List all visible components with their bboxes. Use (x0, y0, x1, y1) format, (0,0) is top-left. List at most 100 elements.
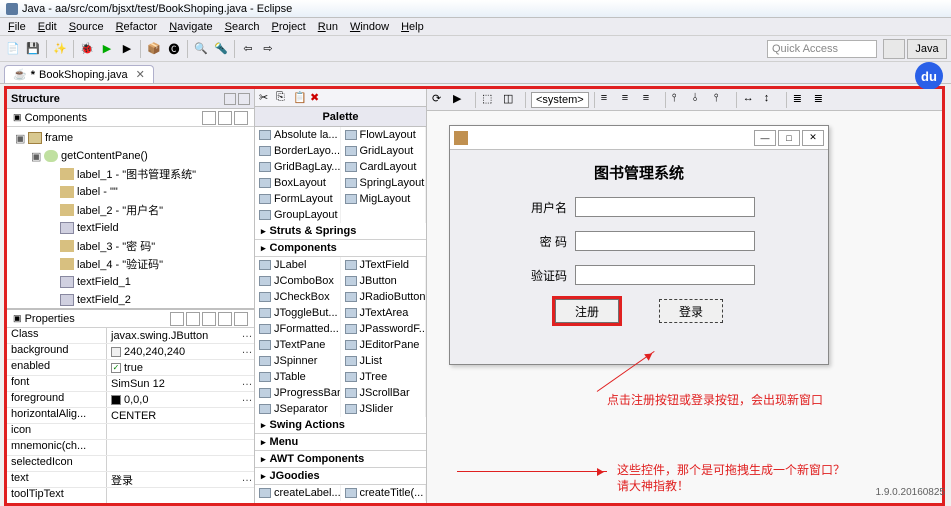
menu-run[interactable]: Run (312, 21, 344, 33)
paste-icon[interactable]: 📋 (293, 91, 307, 105)
tree-node[interactable]: label_3 - "密 码" (9, 237, 252, 255)
palette-item[interactable]: JRadioButton (341, 289, 427, 305)
quick-access-input[interactable]: Quick Access (767, 40, 877, 58)
palette-item[interactable] (341, 207, 427, 223)
palette-category[interactable]: ▸Components (255, 240, 426, 257)
password-input[interactable] (575, 231, 755, 251)
palette-item[interactable]: JTextArea (341, 305, 427, 321)
component-tree[interactable]: ▣frame▣getContentPane()label_1 - "图书管理系统… (7, 127, 254, 308)
dist-v-icon[interactable]: ≣ (813, 91, 831, 109)
property-row[interactable]: background240,240,240… (7, 344, 254, 360)
menu-source[interactable]: Source (63, 21, 110, 33)
refresh-icon[interactable]: ⟳ (431, 91, 449, 109)
palette-item[interactable]: GroupLayout (255, 207, 341, 223)
align-right-icon[interactable]: ≡ (642, 91, 660, 109)
captcha-input[interactable] (575, 265, 755, 285)
menu-file[interactable]: File (2, 21, 32, 33)
palette-item[interactable]: Absolute la... (255, 127, 341, 143)
palette-item[interactable]: JFormatted... (255, 321, 341, 337)
property-row[interactable]: selectedIcon (7, 456, 254, 472)
palette-item[interactable]: JTree (341, 369, 427, 385)
palette-item[interactable]: JTextField (341, 257, 427, 273)
ext-run-icon[interactable]: ▶ (118, 40, 136, 58)
palette-item[interactable]: BoxLayout (255, 175, 341, 191)
tree-node[interactable]: label - "" (9, 183, 252, 201)
property-row[interactable]: fontSimSun 12… (7, 376, 254, 392)
palette-item[interactable]: JList (341, 353, 427, 369)
java-perspective-button[interactable]: Java (907, 39, 947, 59)
dist-h-icon[interactable]: ≣ (792, 91, 810, 109)
tree-node[interactable]: label_1 - "图书管理系统" (9, 165, 252, 183)
property-row[interactable]: enabled✓true (7, 360, 254, 376)
palette-item[interactable]: createTitle(... (341, 485, 427, 501)
palette-category[interactable]: ▸AWT Components (255, 451, 426, 468)
palette-item[interactable]: GridBagLay... (255, 159, 341, 175)
tree-node[interactable]: textField_2 (9, 291, 252, 308)
menu-project[interactable]: Project (266, 21, 312, 33)
menu-window[interactable]: Window (344, 21, 395, 33)
palette-category[interactable]: ▸Swing Actions (255, 417, 426, 434)
test-icon[interactable]: ▶ (452, 91, 470, 109)
property-row[interactable]: foreground0,0,0… (7, 392, 254, 408)
nav-back-icon[interactable]: ⇦ (239, 40, 257, 58)
property-row[interactable]: mnemonic(ch... (7, 440, 254, 456)
palette-item[interactable]: JEditorPane (341, 337, 427, 353)
maximize-icon[interactable] (238, 93, 250, 105)
open-perspective-icon[interactable] (883, 39, 905, 59)
palette-item[interactable]: JCheckBox (255, 289, 341, 305)
debug-icon[interactable]: 🐞 (78, 40, 96, 58)
properties-grid[interactable]: Classjavax.swing.JButton…background240,2… (7, 328, 254, 503)
close-button[interactable]: ✕ (802, 130, 824, 146)
palette-item[interactable]: JButton (341, 273, 427, 289)
register-button[interactable]: 注册 (555, 299, 619, 323)
property-row[interactable]: horizontalAlig...CENTER (7, 408, 254, 424)
palette-item[interactable]: createLabel... (255, 485, 341, 501)
palette-body[interactable]: Absolute la...FlowLayoutBorderLayo...Gri… (255, 127, 426, 503)
menu-navigate[interactable]: Navigate (163, 21, 218, 33)
tree-node[interactable]: label_2 - "用户名" (9, 201, 252, 219)
new-package-icon[interactable]: 📦 (145, 40, 163, 58)
tree-node[interactable]: textField (9, 219, 252, 237)
close-icon[interactable]: ✕ (136, 68, 145, 81)
palette-item[interactable]: FlowLayout (341, 127, 427, 143)
delete-icon[interactable]: ✖ (310, 91, 324, 105)
nav-fwd-icon[interactable]: ⇨ (259, 40, 277, 58)
palette-item[interactable]: JSeparator (255, 401, 341, 417)
login-button[interactable]: 登录 (659, 299, 723, 323)
editor-tab-bookshoping[interactable]: ☕ * BookShoping.java ✕ (4, 65, 154, 83)
expand-icon[interactable] (202, 111, 216, 125)
new-class-icon[interactable]: 🅒 (165, 40, 183, 58)
new-icon[interactable]: 📄 (4, 40, 22, 58)
tree-node[interactable]: label_4 - "验证码" (9, 255, 252, 273)
property-row[interactable]: Classjavax.swing.JButton… (7, 328, 254, 344)
align-top-icon[interactable]: ⫯ (671, 91, 689, 109)
select-icon[interactable]: ⬚ (481, 91, 499, 109)
copy-icon[interactable]: ⎘ (276, 91, 290, 105)
palette-category[interactable]: ▸Struts & Springs (255, 223, 426, 240)
property-row[interactable]: toolTipText (7, 488, 254, 503)
tree-node[interactable]: ▣frame (9, 129, 252, 147)
run-icon[interactable]: ▶ (98, 40, 116, 58)
align-middle-icon[interactable]: ⫰ (692, 91, 710, 109)
tree-node[interactable]: textField_1 (9, 273, 252, 291)
palette-item[interactable]: JTextPane (255, 337, 341, 353)
palette-item[interactable]: MigLayout (341, 191, 427, 207)
same-height-icon[interactable]: ↕ (763, 91, 781, 109)
design-canvas[interactable]: — □ ✕ 图书管理系统 用户名 密 码 验证码 注册 登录 (449, 125, 829, 365)
palette-item[interactable]: SpringLayout (341, 175, 427, 191)
save-icon[interactable]: 💾 (24, 40, 42, 58)
palette-item[interactable]: JTable (255, 369, 341, 385)
property-row[interactable]: icon (7, 424, 254, 440)
palette-item[interactable]: GridLayout (341, 143, 427, 159)
palette-item[interactable]: CardLayout (341, 159, 427, 175)
property-row[interactable]: text登录… (7, 472, 254, 488)
open-type-icon[interactable]: 🔍 (192, 40, 210, 58)
palette-item[interactable]: JSpinner (255, 353, 341, 369)
palette-item[interactable]: JToggleBut... (255, 305, 341, 321)
menu-help[interactable]: Help (395, 21, 430, 33)
menu-edit[interactable]: Edit (32, 21, 63, 33)
menu-icon[interactable] (234, 111, 248, 125)
palette-category[interactable]: ▸Menu (255, 434, 426, 451)
palette-item[interactable]: JScrollBar (341, 385, 427, 401)
menu-search[interactable]: Search (219, 21, 266, 33)
